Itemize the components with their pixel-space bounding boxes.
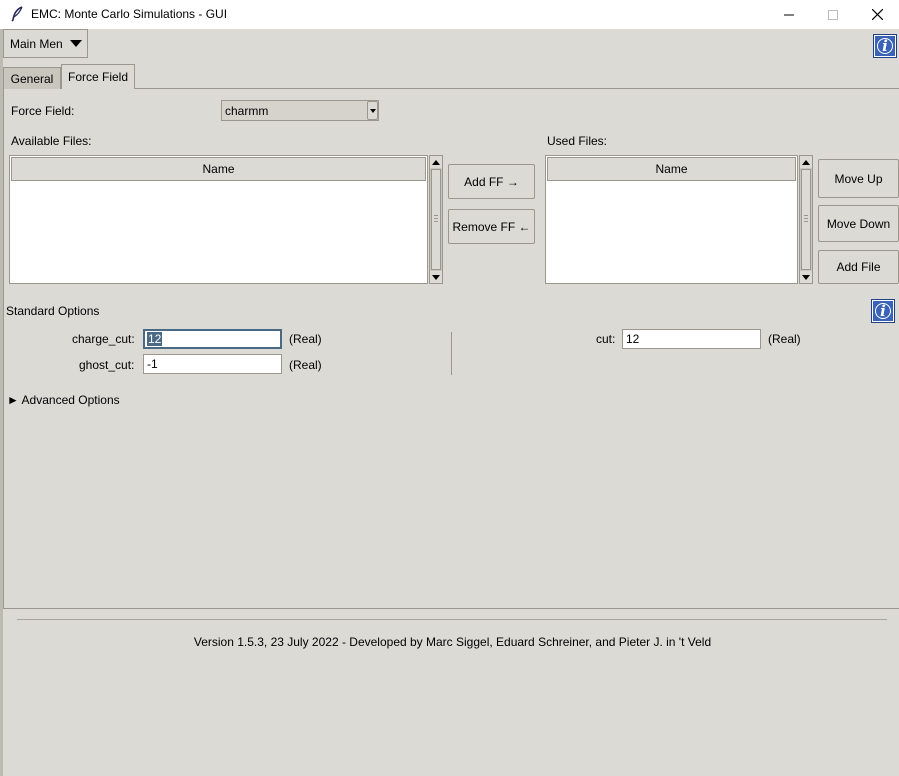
- minimize-button[interactable]: [767, 0, 811, 29]
- standard-options-title: Standard Options: [6, 304, 100, 318]
- used-files-list[interactable]: Name: [545, 155, 798, 284]
- scroll-down-icon[interactable]: [430, 271, 442, 283]
- cut-input[interactable]: 12: [622, 329, 761, 349]
- window-title: EMC: Monte Carlo Simulations - GUI: [31, 7, 228, 21]
- available-files-list[interactable]: Name: [9, 155, 428, 284]
- chevron-down-icon: [69, 40, 82, 47]
- main-menu-button[interactable]: Main Men: [3, 29, 88, 58]
- add-file-button[interactable]: Add File: [818, 250, 899, 284]
- force-field-value: charmm: [225, 104, 269, 118]
- cut-value: 12: [626, 332, 640, 346]
- available-scrollbar[interactable]: [429, 155, 443, 284]
- tab-general[interactable]: General: [3, 67, 61, 89]
- charge-cut-value: 12: [147, 332, 163, 346]
- cut-label: cut:: [596, 332, 616, 346]
- info-icon[interactable]: i: [873, 34, 897, 58]
- force-field-label: Force Field:: [11, 104, 75, 118]
- move-up-button[interactable]: Move Up: [818, 159, 899, 198]
- force-field-select[interactable]: charmm: [221, 100, 379, 121]
- scroll-down-icon[interactable]: [800, 271, 812, 283]
- available-name-column[interactable]: Name: [11, 157, 426, 181]
- options-divider: [451, 332, 452, 375]
- feather-icon: [11, 6, 23, 22]
- scroll-thumb[interactable]: [431, 169, 441, 270]
- ghost-cut-label: ghost_cut:: [79, 358, 135, 372]
- scroll-thumb[interactable]: [801, 169, 811, 270]
- move-down-button[interactable]: Move Down: [818, 205, 899, 242]
- charge-cut-input[interactable]: 12: [143, 329, 282, 349]
- dropdown-icon[interactable]: [367, 101, 378, 120]
- footer-divider: [17, 619, 887, 620]
- ghost-cut-unit: (Real): [289, 358, 322, 372]
- charge-cut-unit: (Real): [289, 332, 322, 346]
- used-files-label: Used Files:: [547, 134, 608, 148]
- available-files-label: Available Files:: [11, 134, 92, 148]
- remove-ff-button[interactable]: Remove FF ←: [448, 209, 535, 244]
- maximize-icon: [828, 9, 838, 20]
- scroll-up-icon[interactable]: [430, 156, 442, 168]
- charge-cut-label: charge_cut:: [72, 332, 135, 346]
- scroll-up-icon[interactable]: [800, 156, 812, 168]
- cut-unit: (Real): [768, 332, 801, 346]
- advanced-options-toggle[interactable]: ► Advanced Options: [7, 393, 120, 407]
- add-ff-button[interactable]: Add FF →: [448, 164, 535, 199]
- info-icon[interactable]: i: [871, 299, 895, 323]
- maximize-button[interactable]: [811, 0, 855, 29]
- minimize-icon: [784, 14, 794, 15]
- version-text: Version 1.5.3, 23 July 2022 - Developed …: [193, 635, 712, 649]
- main-menu-label: Main Men: [10, 36, 63, 51]
- close-button[interactable]: [855, 0, 899, 29]
- used-scrollbar[interactable]: [799, 155, 813, 284]
- title-bar: EMC: Monte Carlo Simulations - GUI: [0, 0, 899, 29]
- ghost-cut-input[interactable]: -1: [143, 354, 282, 374]
- close-icon: [871, 9, 883, 20]
- ghost-cut-value: -1: [147, 357, 158, 371]
- used-name-column[interactable]: Name: [547, 157, 796, 181]
- tab-force-field[interactable]: Force Field: [61, 64, 135, 89]
